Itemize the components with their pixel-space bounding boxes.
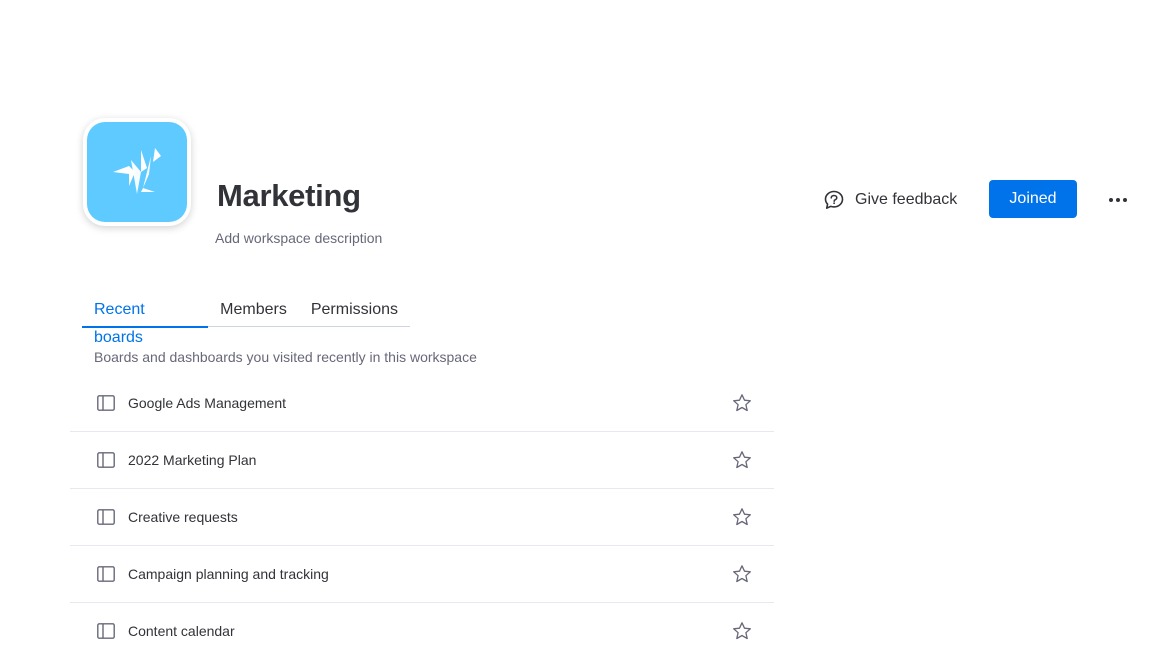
board-row[interactable]: Campaign planning and tracking	[70, 546, 774, 603]
board-row[interactable]: Content calendar	[70, 603, 774, 650]
board-icon	[97, 566, 115, 582]
star-icon[interactable]	[732, 450, 752, 470]
board-row[interactable]: Google Ads Management	[70, 375, 774, 432]
board-name: Google Ads Management	[128, 395, 286, 411]
workspace-logo[interactable]	[83, 118, 191, 226]
joined-button[interactable]: Joined	[989, 180, 1077, 218]
tab-members[interactable]: Members	[208, 296, 299, 326]
board-name: Campaign planning and tracking	[128, 566, 329, 582]
recent-boards-list: Google Ads Management 2022 Marketing Pla…	[70, 375, 774, 650]
give-feedback-button[interactable]: Give feedback	[823, 186, 957, 214]
feedback-chat-icon	[824, 190, 844, 209]
board-name: Content calendar	[128, 623, 235, 639]
workspace-tabs: Recent boards Members Permissions	[82, 296, 410, 346]
board-name: 2022 Marketing Plan	[128, 452, 257, 468]
page-title: Marketing	[217, 178, 361, 213]
board-row[interactable]: Creative requests	[70, 489, 774, 546]
origami-bird-icon	[113, 148, 161, 194]
give-feedback-label: Give feedback	[855, 191, 958, 208]
more-options-button[interactable]	[1103, 186, 1133, 214]
board-name: Creative requests	[128, 509, 238, 525]
tab-permissions[interactable]: Permissions	[299, 296, 410, 326]
star-icon[interactable]	[732, 507, 752, 527]
tab-recent-boards[interactable]: Recent boards	[82, 296, 209, 346]
board-icon	[97, 452, 115, 468]
board-row[interactable]: 2022 Marketing Plan	[70, 432, 774, 489]
recent-boards-subtitle: Boards and dashboards you visited recent…	[94, 349, 477, 365]
more-horizontal-icon	[1109, 198, 1127, 202]
workspace-page: Marketing Add workspace description Give…	[0, 0, 1165, 650]
star-icon[interactable]	[732, 621, 752, 641]
board-icon	[97, 623, 115, 639]
board-icon	[97, 395, 115, 411]
star-icon[interactable]	[732, 564, 752, 584]
board-icon	[97, 509, 115, 525]
workspace-description[interactable]: Add workspace description	[215, 230, 382, 246]
star-icon[interactable]	[732, 393, 752, 413]
workspace-logo-tile	[87, 122, 187, 222]
